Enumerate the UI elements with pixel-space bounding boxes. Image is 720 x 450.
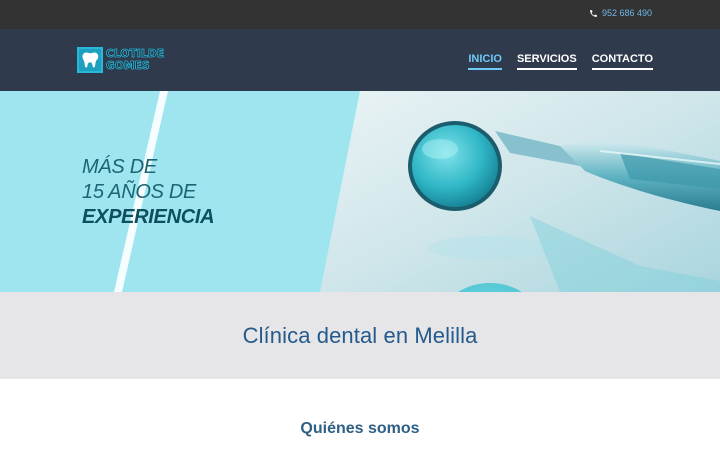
hero-line-3: EXPERIENCIA bbox=[82, 206, 215, 228]
hero-line-1: MÁS DE bbox=[82, 156, 157, 178]
top-bar: 952 686 490 bbox=[0, 0, 720, 29]
about-section: Quiénes somos bbox=[0, 379, 720, 450]
phone-number: 952 686 490 bbox=[601, 8, 652, 18]
hero-banner: MÁS DE 15 AÑOS DE EXPERIENCIA bbox=[0, 91, 720, 292]
main-nav: INICIO SERVICIOS CONTACTO bbox=[468, 29, 653, 91]
phone-icon bbox=[590, 9, 597, 17]
site-header: CLOTILDE GOMES INICIO SERVICIOS CONTACTO bbox=[0, 29, 720, 91]
clinic-title: Clínica dental en Melilla bbox=[242, 322, 478, 348]
logo-line-1: CLOTILDE bbox=[106, 48, 165, 61]
hero-line-2: 15 AÑOS DE bbox=[82, 181, 197, 203]
site-logo[interactable]: CLOTILDE GOMES bbox=[77, 47, 164, 73]
nav-item-inicio[interactable]: INICIO bbox=[468, 53, 502, 70]
about-title: Quiénes somos bbox=[300, 420, 420, 437]
nav-item-contacto[interactable]: CONTACTO bbox=[591, 53, 653, 70]
hero-headline: MÁS DE 15 AÑOS DE EXPERIENCIA bbox=[82, 155, 215, 230]
logo-wordmark: CLOTILDE GOMES bbox=[106, 48, 165, 73]
phone-link[interactable]: 952 686 490 bbox=[589, 8, 652, 18]
tooth-icon bbox=[77, 47, 103, 73]
clinic-title-band: Clínica dental en Melilla bbox=[0, 292, 720, 379]
logo-line-2: GOMES bbox=[106, 60, 150, 73]
nav-item-servicios[interactable]: SERVICIOS bbox=[516, 53, 577, 70]
